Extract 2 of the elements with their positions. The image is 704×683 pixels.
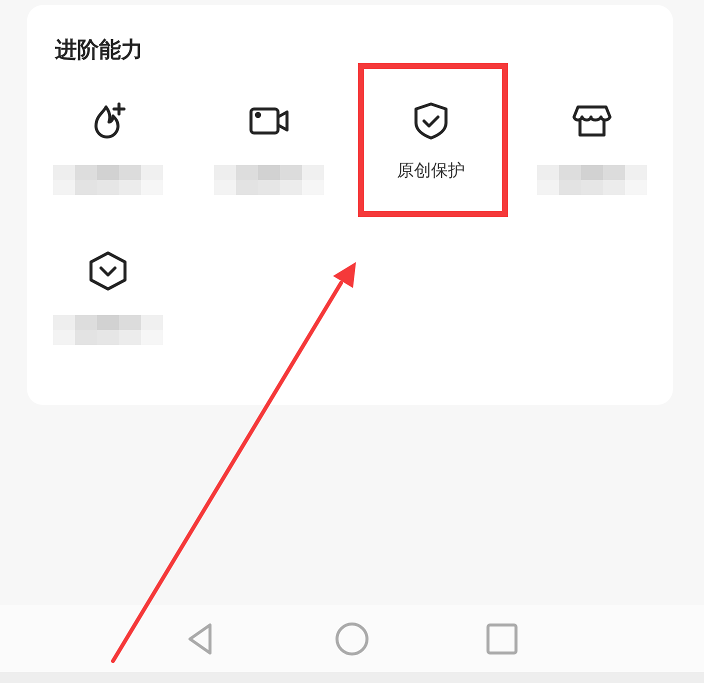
feature-label[interactable]: 原创保护 <box>396 159 465 182</box>
section-title: 进阶能力 <box>55 37 143 65</box>
